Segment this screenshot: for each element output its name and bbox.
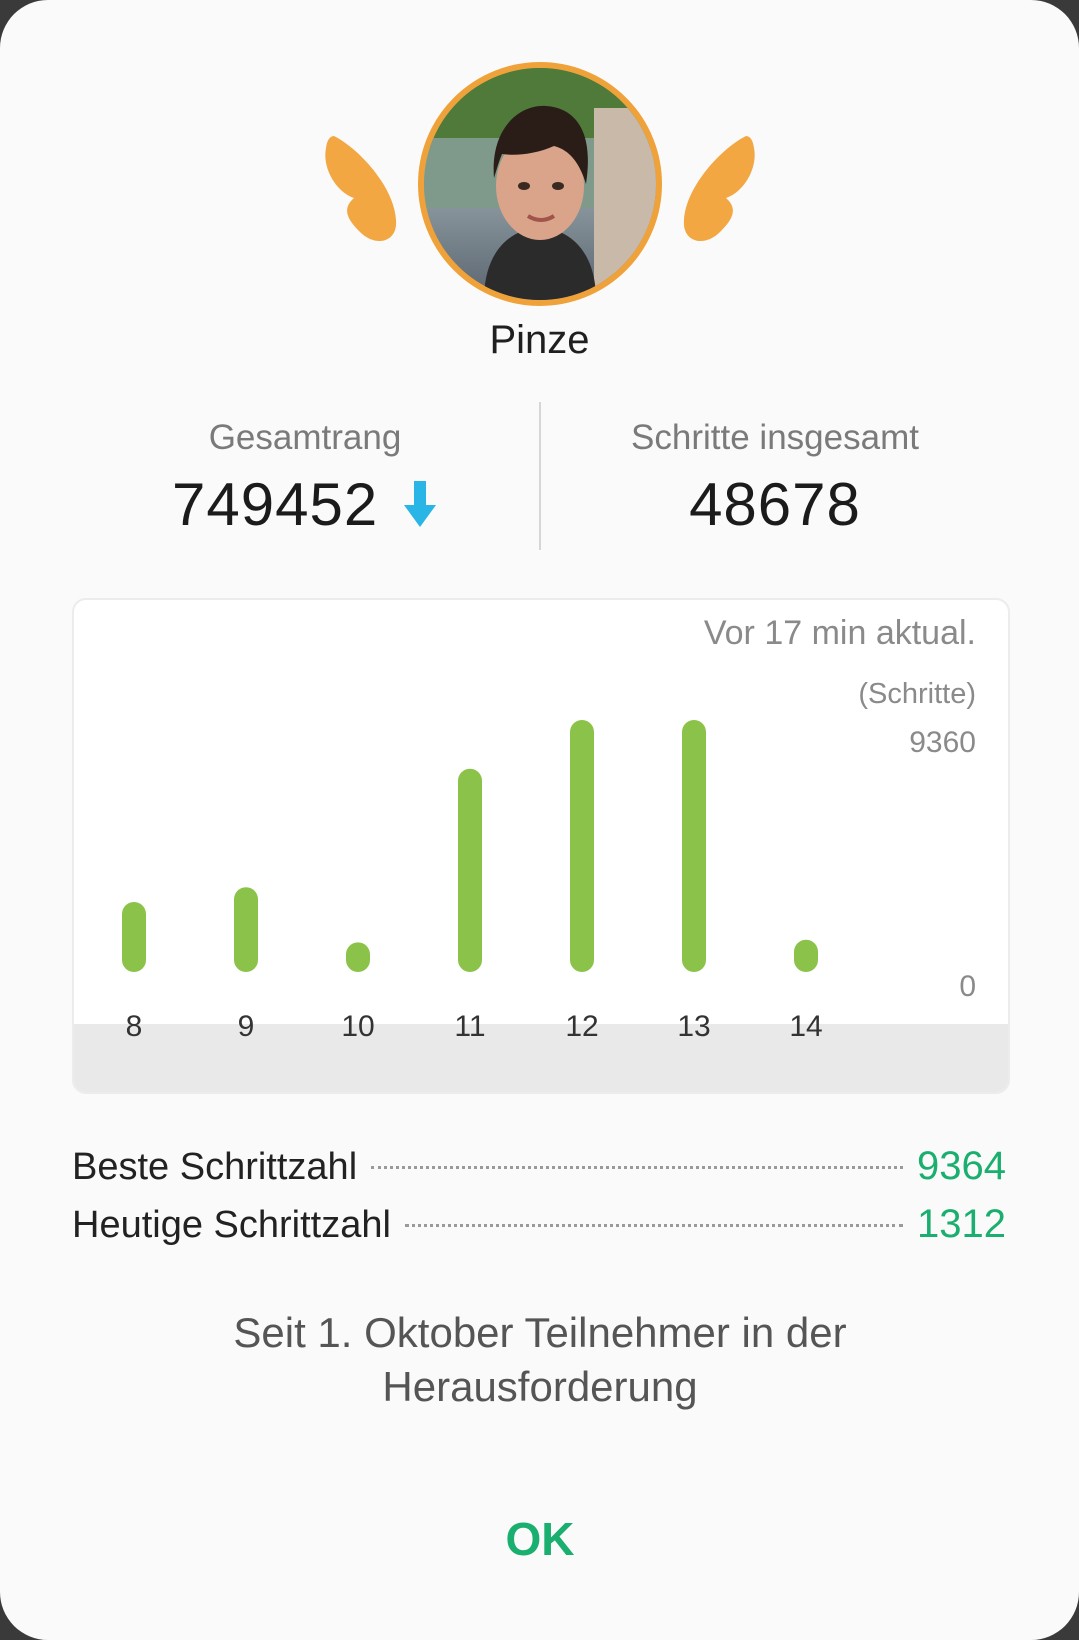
profile-dialog: Pinze Gesamtrang 749452 Schritte insgesa… [0,0,1079,1640]
stat-divider [539,402,541,550]
y-tick-max: 9360 [909,726,976,759]
rank-label: Gesamtrang [208,418,402,457]
rank-stat: Gesamtrang 749452 [75,418,535,539]
chart-updated-text: Vor 17 min aktual. [703,614,976,652]
right-wing-icon [683,136,755,242]
chart-bar-9 [234,887,258,972]
steps-chart-plot: 8 9 10 11 12 13 14 [122,720,823,1043]
x-tick-label: 11 [454,1010,485,1043]
today-steps-label: Heutige Schrittzahl [72,1204,391,1246]
dotted-leader [371,1166,904,1169]
rank-down-arrow-icon [403,481,436,528]
x-tick-label: 13 [677,1010,710,1043]
rank-value-row: 749452 [75,470,535,539]
ok-button[interactable]: OK [460,1512,620,1566]
best-steps-row: Beste Schrittzahl 9364 [72,1144,1006,1194]
avatar[interactable] [418,62,662,306]
chart-bar-10 [346,942,370,972]
dotted-leader [404,1224,904,1227]
total-steps-value: 48678 [689,471,861,538]
profile-name: Pinze [489,318,590,362]
x-tick-label: 8 [126,1010,143,1043]
rank-value: 749452 [172,471,379,538]
chart-bar-14 [794,939,818,972]
x-tick-label: 10 [341,1010,374,1043]
chart-bar-12 [570,720,594,972]
total-steps-stat: Schritte insgesamt 48678 [545,418,1005,539]
x-tick-label: 9 [238,1010,255,1043]
today-steps-value: 1312 [917,1202,1006,1246]
x-tick-label: 12 [565,1010,598,1043]
chart-bar-8 [122,902,146,972]
participation-info: Seit 1. Oktober Teilnehmer in der Heraus… [233,1309,847,1410]
best-steps-label: Beste Schrittzahl [72,1146,358,1188]
chart-bar-11 [458,768,482,972]
left-wing-icon [325,136,397,242]
today-steps-row: Heutige Schrittzahl 1312 [72,1202,1006,1252]
total-steps-label: Schritte insgesamt [631,418,919,457]
chart-y-unit: (Schritte) [858,678,976,710]
y-tick-min: 0 [959,970,976,1003]
avatar-photo [424,68,656,300]
x-tick-label: 14 [789,1010,822,1043]
steps-chart: 8 9 10 11 12 13 14 Vor 17 min aktual. (Schritt… [72,598,1010,1094]
best-steps-value: 9364 [917,1144,1006,1188]
chart-bar-13 [682,720,706,972]
